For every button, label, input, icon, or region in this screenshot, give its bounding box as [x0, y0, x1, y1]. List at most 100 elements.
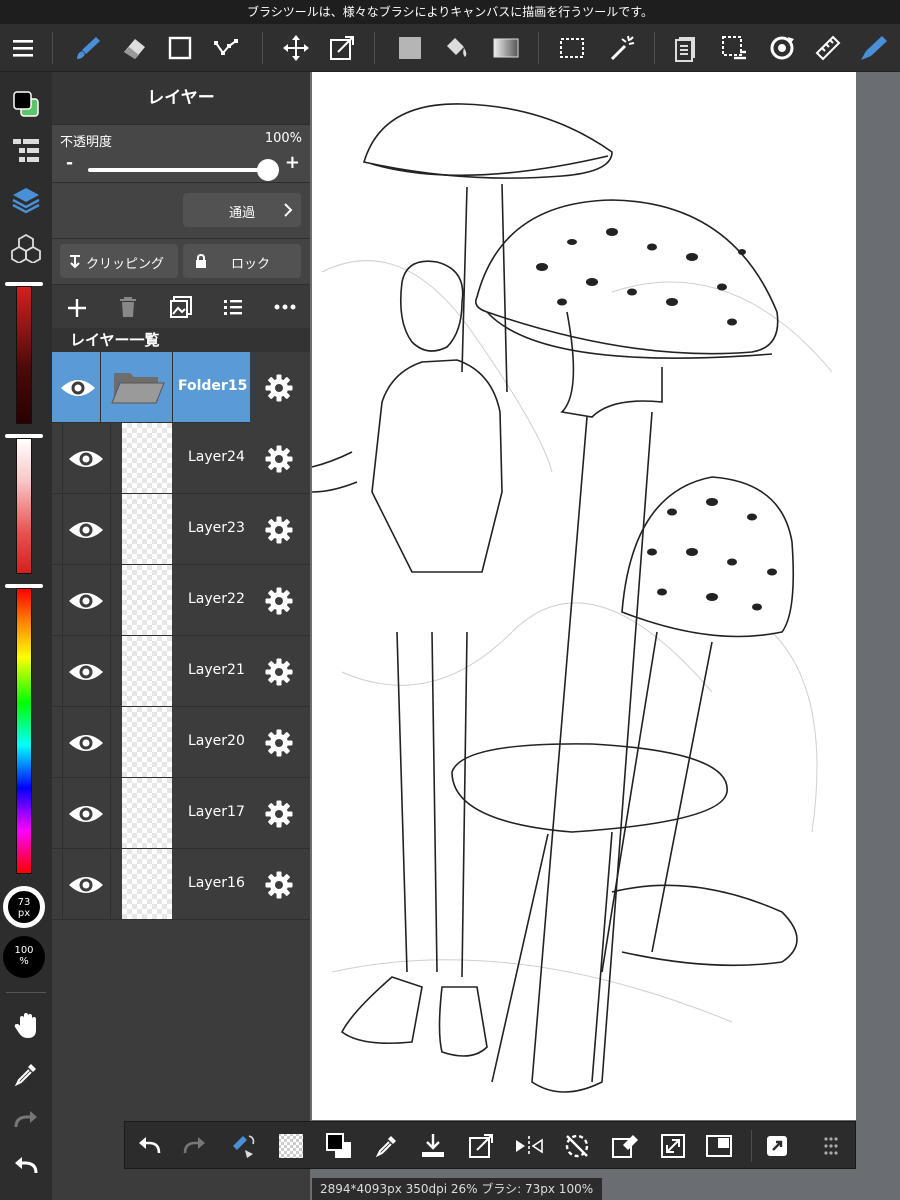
- rotate-icon[interactable]: [764, 30, 800, 66]
- drawing-canvas[interactable]: [312, 72, 856, 1120]
- hand-icon[interactable]: [8, 1008, 44, 1044]
- brush-swap-icon[interactable]: [225, 1128, 261, 1164]
- layer-row[interactable]: Layer22: [52, 565, 310, 636]
- clipping-label: クリッピング: [86, 257, 165, 272]
- hue-handle[interactable]: [5, 584, 43, 588]
- grip-icon[interactable]: [813, 1128, 849, 1164]
- clip-lock-row: クリッピング ロック: [52, 238, 310, 284]
- layer-row[interactable]: Layer21: [52, 636, 310, 707]
- visibility-eye-icon[interactable]: [66, 658, 106, 686]
- saturation-handle[interactable]: [5, 434, 43, 438]
- layer-name: Layer20: [188, 733, 245, 749]
- lock-button[interactable]: ロック: [183, 244, 301, 278]
- transform-icon[interactable]: [463, 1128, 499, 1164]
- layer-row[interactable]: Layer23: [52, 494, 310, 565]
- saturation-slider[interactable]: [16, 438, 32, 574]
- trash-icon[interactable]: [118, 296, 138, 318]
- hue-slider[interactable]: [16, 588, 32, 874]
- transparent-color-icon[interactable]: [273, 1128, 309, 1164]
- tip-text: ブラシツールは、様々なブラシによりキャンバスに描画を行うツールです。: [246, 5, 654, 19]
- visibility-eye-icon[interactable]: [66, 729, 106, 757]
- magic-wand-icon[interactable]: [604, 30, 640, 66]
- gradient-icon[interactable]: [488, 30, 524, 66]
- layer-settings-gear-icon[interactable]: [264, 586, 294, 616]
- canvas-sketch: [312, 103, 833, 1093]
- transform-icon[interactable]: [324, 30, 360, 66]
- layer-settings-gear-icon[interactable]: [264, 657, 294, 687]
- move-icon[interactable]: [278, 30, 314, 66]
- flip-icon[interactable]: [511, 1128, 547, 1164]
- layer-settings-gear-icon[interactable]: [264, 728, 294, 758]
- layer-settings-gear-icon[interactable]: [264, 373, 294, 403]
- view-icon[interactable]: [701, 1128, 737, 1164]
- canvas-area[interactable]: [310, 72, 900, 1200]
- layer-settings-gear-icon[interactable]: [264, 444, 294, 474]
- layer-settings-gear-icon[interactable]: [264, 515, 294, 545]
- folder-row[interactable]: Folder15: [52, 352, 310, 423]
- clipping-button[interactable]: クリッピング: [60, 244, 178, 278]
- clear-icon[interactable]: [607, 1128, 643, 1164]
- blend-mode-label: 通過: [229, 206, 256, 221]
- opacity-plus-button[interactable]: +: [285, 152, 300, 173]
- shape-icon[interactable]: [162, 30, 198, 66]
- red-value-slider[interactable]: [16, 286, 32, 424]
- more-icon[interactable]: [274, 304, 296, 310]
- red-value-handle[interactable]: [5, 282, 43, 286]
- layer-paper-icon[interactable]: [668, 30, 704, 66]
- eyedropper-icon[interactable]: [8, 1056, 44, 1092]
- color-swatch-icon[interactable]: [8, 86, 44, 122]
- share-icon[interactable]: [759, 1128, 795, 1164]
- pen-icon[interactable]: [856, 30, 892, 66]
- brush-size-indicator[interactable]: 73 px: [3, 886, 45, 928]
- add-layer-icon[interactable]: [66, 297, 88, 319]
- chevron-right-icon: [284, 203, 293, 217]
- layer-thumbnail: [122, 778, 172, 848]
- visibility-eye-icon[interactable]: [66, 800, 106, 828]
- color-swap-icon[interactable]: [321, 1128, 357, 1164]
- visibility-eye-icon[interactable]: [66, 871, 106, 899]
- layer-settings-gear-icon[interactable]: [264, 799, 294, 829]
- brush-opacity-unit: %: [19, 956, 29, 967]
- opacity-slider-knob[interactable]: [257, 159, 279, 181]
- select-extra-icon[interactable]: [716, 30, 752, 66]
- undo-icon[interactable]: [8, 1148, 44, 1184]
- layer-list-icon[interactable]: [8, 132, 44, 168]
- visibility-eye-icon[interactable]: [58, 374, 98, 402]
- eyedropper-icon[interactable]: [369, 1128, 405, 1164]
- left-strip: 73 px 100 %: [0, 72, 52, 1200]
- eraser-icon[interactable]: [116, 30, 152, 66]
- brush-icon[interactable]: [70, 30, 106, 66]
- brush-opacity-indicator[interactable]: 100 %: [3, 936, 45, 978]
- layer-row[interactable]: Layer24: [52, 423, 310, 494]
- layer-row[interactable]: Layer20: [52, 707, 310, 778]
- visibility-eye-icon[interactable]: [66, 445, 106, 473]
- layer-image-icon[interactable]: [170, 296, 192, 318]
- layer-row[interactable]: Layer17: [52, 778, 310, 849]
- layer-name: Layer17: [188, 804, 245, 820]
- rotate-reset-icon[interactable]: [559, 1128, 595, 1164]
- redo-icon[interactable]: [177, 1128, 213, 1164]
- bucket-icon[interactable]: [438, 30, 474, 66]
- fill-color-icon[interactable]: [392, 30, 428, 66]
- visibility-eye-icon[interactable]: [66, 516, 106, 544]
- materials-icon[interactable]: [8, 230, 44, 266]
- opacity-minus-button[interactable]: -: [66, 153, 73, 173]
- fit-screen-icon[interactable]: [655, 1128, 691, 1164]
- panel-title: レイヤー: [52, 72, 310, 124]
- brush-size-unit: px: [17, 908, 31, 919]
- select-rect-icon[interactable]: [554, 30, 590, 66]
- dot-line-icon[interactable]: [208, 30, 244, 66]
- ruler-icon[interactable]: [810, 30, 846, 66]
- opacity-slider-track[interactable]: [88, 168, 268, 172]
- layer-row[interactable]: Layer16: [52, 849, 310, 920]
- blend-mode-button[interactable]: 通過: [183, 193, 301, 227]
- undo-icon[interactable]: [131, 1128, 167, 1164]
- redo-icon[interactable]: [8, 1102, 44, 1138]
- status-text: 2894*4093px 350dpi 26% ブラシ: 73px 100%: [320, 1182, 594, 1196]
- visibility-eye-icon[interactable]: [66, 587, 106, 615]
- import-icon[interactable]: [415, 1128, 451, 1164]
- layer-list-icon[interactable]: [223, 298, 243, 316]
- layer-settings-gear-icon[interactable]: [264, 870, 294, 900]
- layers-icon[interactable]: [8, 182, 44, 218]
- menu-icon[interactable]: [6, 30, 42, 66]
